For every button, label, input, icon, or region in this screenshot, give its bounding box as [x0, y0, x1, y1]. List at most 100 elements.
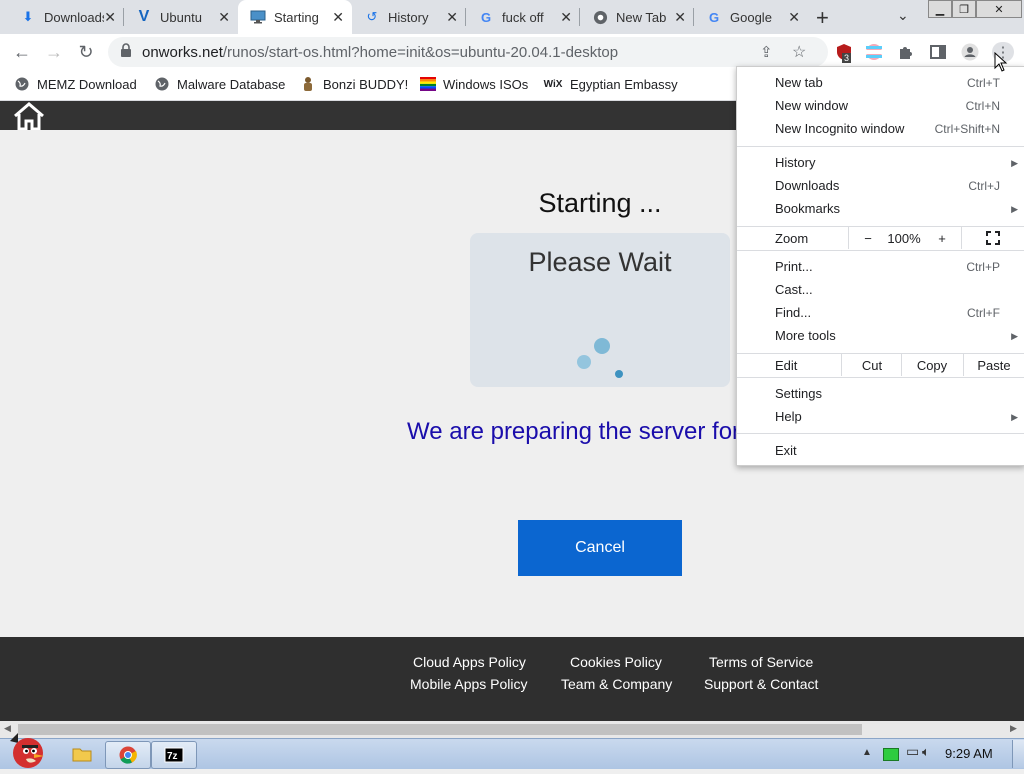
- close-icon[interactable]: ✕: [332, 9, 344, 26]
- menu-find[interactable]: Find...: [775, 305, 811, 320]
- scroll-right-arrow-icon[interactable]: ▶: [1010, 723, 1017, 734]
- scrollbar-thumb[interactable]: [18, 724, 862, 735]
- tab-google-search[interactable]: G fuck off ✕: [466, 0, 580, 34]
- shield-extension-icon[interactable]: 3: [834, 42, 854, 63]
- star-bookmark-icon[interactable]: ☆: [792, 42, 806, 62]
- bonzi-icon: [300, 76, 316, 92]
- close-icon[interactable]: ✕: [104, 9, 116, 26]
- submenu-arrow-icon: ▶: [1011, 412, 1018, 422]
- battery-icon[interactable]: [883, 748, 899, 761]
- lock-icon[interactable]: [120, 43, 132, 63]
- site-footer: Cloud Apps Policy Mobile Apps Policy Coo…: [0, 637, 1024, 721]
- tab-new-tab[interactable]: New Tab ✕: [580, 0, 694, 34]
- footer-link-terms-of-service[interactable]: Terms of Service: [709, 654, 813, 670]
- bookmark-memz[interactable]: MEMZ Download: [14, 76, 137, 92]
- menu-new-tab[interactable]: New tab: [775, 75, 823, 90]
- submenu-arrow-icon: ▶: [1011, 158, 1018, 168]
- close-icon[interactable]: ✕: [446, 9, 458, 26]
- tab-label: History: [388, 9, 429, 25]
- svg-text:7z: 7z: [167, 751, 178, 762]
- share-icon[interactable]: ⇪: [760, 43, 773, 61]
- home-icon[interactable]: [12, 102, 46, 135]
- cut-button[interactable]: Cut: [841, 354, 902, 376]
- tab-label: fuck off: [502, 9, 544, 25]
- menu-help[interactable]: Help: [775, 409, 802, 424]
- new-tab-plus-icon[interactable]: +: [816, 5, 829, 31]
- shortcut-label: Ctrl+P: [966, 260, 1000, 274]
- menu-exit[interactable]: Exit: [775, 443, 797, 458]
- reload-icon[interactable]: ↻: [74, 40, 98, 64]
- minimize-button[interactable]: ▁: [928, 0, 952, 18]
- taskbar-chrome-button[interactable]: [105, 741, 151, 769]
- shortcut-label: Ctrl+T: [967, 76, 1000, 90]
- rainbow-flag-icon: [420, 76, 436, 92]
- file-explorer-icon[interactable]: [72, 745, 92, 768]
- close-icon[interactable]: ✕: [674, 9, 686, 26]
- paste-button[interactable]: Paste: [963, 354, 1024, 376]
- fullscreen-icon[interactable]: [961, 227, 1024, 249]
- footer-link-mobile-apps-policy[interactable]: Mobile Apps Policy: [410, 676, 528, 692]
- spinner-dot: [577, 355, 591, 369]
- cancel-button[interactable]: Cancel: [518, 520, 682, 576]
- forward-arrow-icon[interactable]: →: [42, 40, 66, 64]
- footer-link-cookies-policy[interactable]: Cookies Policy: [570, 654, 662, 670]
- please-wait-box: Please Wait: [470, 233, 730, 387]
- address-bar[interactable]: onworks.net/runos/start-os.html?home=ini…: [108, 37, 828, 67]
- menu-more-tools[interactable]: More tools: [775, 328, 836, 343]
- bookmark-malware-db[interactable]: Malware Database: [154, 76, 285, 92]
- side-panel-icon[interactable]: [928, 42, 948, 62]
- tray-expand-icon[interactable]: ▲: [862, 747, 872, 758]
- puzzle-extensions-icon[interactable]: [896, 42, 916, 62]
- footer-link-cloud-apps-policy[interactable]: Cloud Apps Policy: [413, 654, 526, 670]
- network-icon[interactable]: ▭: [906, 743, 919, 760]
- tab-search-chevron-icon[interactable]: ⌄: [897, 7, 909, 24]
- menu-downloads[interactable]: Downloads: [775, 178, 839, 193]
- menu-new-window[interactable]: New window: [775, 98, 848, 113]
- close-icon[interactable]: ✕: [560, 9, 572, 26]
- clock[interactable]: 9:29 AM: [945, 746, 993, 761]
- bookmark-label: Bonzi BUDDY!: [323, 76, 409, 92]
- menu-print[interactable]: Print...: [775, 259, 813, 274]
- bookmark-label: MEMZ Download: [37, 76, 137, 92]
- footer-link-team-company[interactable]: Team & Company: [561, 676, 672, 692]
- tab-starting[interactable]: Starting ✕: [238, 0, 352, 34]
- tab-downloads[interactable]: ⬇ Downloads ✕: [8, 0, 124, 34]
- pride-extension-icon[interactable]: [864, 42, 884, 62]
- zoom-in-button[interactable]: +: [925, 227, 959, 249]
- shortcut-label: Ctrl+N: [965, 99, 1000, 113]
- tab-label: Downloads: [44, 9, 104, 25]
- starting-heading: Starting ...: [538, 188, 662, 218]
- taskbar-7zip-button[interactable]: 7z: [151, 741, 197, 769]
- back-arrow-icon[interactable]: ←: [10, 40, 34, 64]
- bookmark-label: Windows ISOs: [443, 76, 529, 92]
- profile-avatar-icon[interactable]: [960, 42, 980, 62]
- tab-strip: ⬇ Downloads ✕ V Ubuntu ✕ Starting ✕ ↺ Hi…: [0, 0, 1024, 34]
- tab-ubuntu[interactable]: V Ubuntu ✕: [124, 0, 238, 34]
- show-desktop-button[interactable]: [1012, 740, 1024, 768]
- menu-zoom-label: Zoom: [775, 231, 809, 246]
- bookmark-windows-isos[interactable]: Windows ISOs: [420, 76, 528, 92]
- volume-icon[interactable]: 🔈︎: [922, 744, 930, 760]
- tab-history[interactable]: ↺ History ✕: [352, 0, 466, 34]
- bookmark-egyptian-embassy[interactable]: WiX Egyptian Embassy: [543, 76, 678, 92]
- copy-button[interactable]: Copy: [901, 354, 962, 376]
- menu-history[interactable]: History: [775, 155, 815, 170]
- menu-cast[interactable]: Cast...: [775, 282, 813, 297]
- submenu-arrow-icon: ▶: [1011, 331, 1018, 341]
- window-close-button[interactable]: ✕: [976, 0, 1022, 18]
- close-icon[interactable]: ✕: [788, 9, 800, 26]
- globe-icon: [154, 76, 170, 92]
- bookmark-label: Egyptian Embassy: [570, 76, 678, 92]
- menu-new-incognito-window[interactable]: New Incognito window: [775, 121, 904, 136]
- tab-label: Starting: [274, 9, 319, 25]
- tab-google[interactable]: G Google ✕: [694, 0, 808, 34]
- restore-button[interactable]: ❐: [952, 0, 976, 18]
- menu-bookmarks[interactable]: Bookmarks: [775, 201, 840, 216]
- close-icon[interactable]: ✕: [218, 9, 230, 26]
- menu-settings[interactable]: Settings: [775, 386, 822, 401]
- url-text[interactable]: onworks.net/runos/start-os.html?home=ini…: [142, 44, 618, 61]
- chrome-icon: [592, 9, 608, 25]
- footer-link-support-contact[interactable]: Support & Contact: [704, 676, 818, 692]
- horizontal-scrollbar[interactable]: ◀ ▶: [0, 721, 1024, 738]
- bookmark-bonzi[interactable]: Bonzi BUDDY!: [300, 76, 408, 92]
